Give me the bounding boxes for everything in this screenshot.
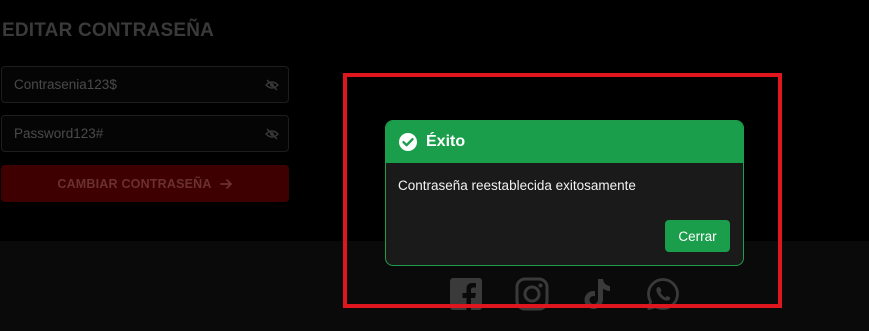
page-title: EDITAR CONTRASEÑA: [2, 20, 215, 41]
success-dialog: Éxito Contraseña reestablecida exitosame…: [385, 120, 744, 266]
close-button[interactable]: Cerrar: [665, 220, 730, 252]
arrow-right-icon: [219, 178, 232, 189]
check-circle-icon: [399, 133, 417, 151]
change-password-label: CAMBIAR CONTRASEÑA: [57, 176, 212, 191]
confirm-password-input[interactable]: [2, 116, 264, 151]
success-dialog-header: Éxito: [386, 121, 743, 163]
success-dialog-title: Éxito: [426, 133, 466, 150]
new-password-field[interactable]: [1, 66, 289, 103]
new-password-input[interactable]: [2, 67, 264, 102]
success-dialog-message: Contraseña reestablecida exitosamente: [398, 178, 636, 193]
change-password-button[interactable]: CAMBIAR CONTRASEÑA: [1, 165, 289, 202]
eye-slash-icon[interactable]: [265, 128, 279, 140]
eye-slash-icon[interactable]: [265, 79, 279, 91]
confirm-password-field[interactable]: [1, 115, 289, 152]
